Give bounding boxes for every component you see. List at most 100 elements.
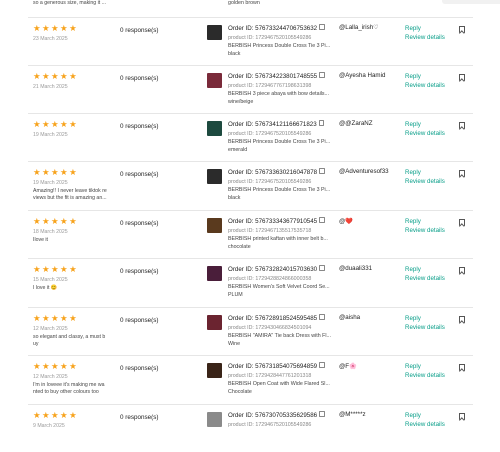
copy-icon[interactable] xyxy=(319,217,325,223)
product-id: product ID: 1729428824866000358 xyxy=(228,276,343,282)
reviewer-username: @F🌸 xyxy=(339,363,357,370)
bookmark-icon[interactable] xyxy=(459,122,465,129)
product-name: BERBISH Princess Double Cross Tie 3 Pi..… xyxy=(228,186,331,193)
copy-icon[interactable] xyxy=(319,72,325,78)
reviewer-username: @Lalla_irish♡ xyxy=(339,24,379,31)
bookmark-icon[interactable] xyxy=(459,74,465,81)
star-rating: ★★★★★ xyxy=(33,216,79,226)
reviewer-username: @duaali331 xyxy=(339,265,373,272)
review-date: 21 March 2025 xyxy=(33,84,68,90)
product-id-value: 1729430466834501094 xyxy=(255,324,312,331)
review-summary: ★★★★★ 23 March 2025 xyxy=(33,24,111,44)
review-summary: ★★★★★ 15 March 2025 I love it 😊 xyxy=(33,265,111,292)
copy-icon[interactable] xyxy=(319,24,325,30)
review-date: 19 March 2025 xyxy=(33,132,68,138)
bookmark-icon[interactable] xyxy=(459,316,465,323)
review-row: ★★★★★ 23 March 2025 0 response(s) Order ID:… xyxy=(28,17,473,65)
order-id-label: Order ID: xyxy=(228,266,256,273)
reply-button[interactable]: Reply xyxy=(405,169,445,178)
bookmark-icon[interactable] xyxy=(459,364,465,371)
reply-button[interactable]: Reply xyxy=(405,121,445,130)
product-name: BERBISH printed kaftan with inner belt b… xyxy=(228,235,328,242)
order-id-value: 576732824015703630 xyxy=(255,266,318,273)
bookmark-icon[interactable] xyxy=(459,170,465,177)
review-date: 9 March 2025 xyxy=(33,423,65,429)
order-id: Order ID: 576734121166671823 xyxy=(228,120,343,128)
copy-icon[interactable] xyxy=(318,120,325,126)
bookmark-icon[interactable] xyxy=(459,219,465,226)
product-id-value: 1729467520105549286 xyxy=(255,34,312,41)
order-id: Order ID: 576731854075694859 xyxy=(228,362,343,370)
review-row: ★★★★★ 15 March 2025 I love it 😊 0 response(… xyxy=(28,258,473,306)
bookmark-icon[interactable] xyxy=(459,413,465,420)
copy-icon[interactable] xyxy=(319,168,325,174)
product-name: BERBISH Women's Soft Velvet Coord Se... xyxy=(228,283,330,290)
product-id: product ID: 1729467135517535718 xyxy=(228,228,343,234)
star-rating: ★★★★★ xyxy=(33,410,79,420)
copy-icon[interactable] xyxy=(319,265,325,271)
product-id-value: 1729467520105549286 xyxy=(255,130,312,137)
review-details-link[interactable]: Review details xyxy=(405,421,445,430)
review-details-link[interactable]: Review details xyxy=(405,34,445,43)
review-date: 23 March 2025 xyxy=(33,36,68,42)
product-id-value: 1729467767198631398 xyxy=(255,82,312,89)
review-summary: ★★★★★ 9 March 2025 xyxy=(33,411,111,431)
copy-icon[interactable] xyxy=(319,411,325,417)
product-id: product ID: 1729467767198631398 xyxy=(228,83,343,89)
product-name: BERBISH Open Coat with Wide Flared Sl... xyxy=(228,380,330,387)
order-id: Order ID: 576728918524595485 xyxy=(228,314,343,322)
review-details-link[interactable]: Review details xyxy=(405,82,445,91)
copy-icon[interactable] xyxy=(319,314,325,320)
reply-button[interactable]: Reply xyxy=(405,266,445,275)
review-details-link[interactable]: Review details xyxy=(405,275,445,284)
review-details-link[interactable]: Review details xyxy=(405,227,445,236)
reply-button[interactable]: Reply xyxy=(405,315,445,324)
product-id-label: product ID: xyxy=(228,130,256,137)
product-thumbnail xyxy=(207,73,222,88)
reply-button[interactable]: Reply xyxy=(405,412,445,421)
order-id: Order ID: 576732824015703630 xyxy=(228,265,343,273)
product-variant: black xyxy=(228,50,241,57)
copy-icon[interactable] xyxy=(319,362,325,368)
product-name: BERBISH Princess Double Cross Tie 3 Pi..… xyxy=(228,138,331,145)
order-info: Order ID: 576734121166671823 product ID: … xyxy=(228,120,343,153)
order-id-label: Order ID: xyxy=(228,169,256,176)
product-id: product ID: 1729467520105549286 xyxy=(228,35,343,41)
response-count: 0 response(s) xyxy=(120,220,159,227)
product-variant: Wine xyxy=(228,340,241,347)
order-info: Order ID: 576733630216047878 product ID: … xyxy=(228,168,343,201)
review-details-link[interactable]: Review details xyxy=(405,324,445,333)
response-count: 0 response(s) xyxy=(120,171,159,178)
order-info: Order ID: 576728918524595485 product ID: … xyxy=(228,314,343,347)
product-name: BERBISH "AMIRA" Tie back Dress with Fl..… xyxy=(228,332,331,339)
review-details-link[interactable]: Review details xyxy=(405,372,445,381)
review-details-link[interactable]: Review details xyxy=(405,178,445,187)
reply-button[interactable]: Reply xyxy=(405,218,445,227)
product-id: product ID: 1729428447761201318 xyxy=(228,373,343,379)
product-id-label: product ID: xyxy=(228,275,256,282)
reviewer-username: @M*****z xyxy=(339,411,366,418)
product-id-label: product ID: xyxy=(228,34,256,41)
review-details-link[interactable]: Review details xyxy=(405,130,445,139)
product-thumbnail xyxy=(207,218,222,233)
review-comment: so elegant and classy, a must b uy xyxy=(33,334,106,347)
reply-button[interactable]: Reply xyxy=(405,73,445,82)
order-id-label: Order ID: xyxy=(228,363,256,370)
review-date: 12 March 2025 xyxy=(33,374,68,380)
reply-button[interactable]: Reply xyxy=(405,363,445,372)
order-id-label: Order ID: xyxy=(228,315,256,322)
product-id-label: product ID: xyxy=(228,227,256,234)
product-thumbnail xyxy=(207,363,222,378)
review-comment: I'm in loveee it's making me wa nted to … xyxy=(33,382,105,395)
review-actions: Reply Review details xyxy=(405,73,445,90)
bookmark-icon[interactable] xyxy=(459,26,465,33)
product-variant: emerald xyxy=(228,146,248,153)
order-id-value: 576730705335629586 xyxy=(255,412,318,419)
reviewer-username: @@ZaraNZ xyxy=(339,120,373,127)
bookmark-icon[interactable] xyxy=(459,267,465,274)
star-rating: ★★★★★ xyxy=(33,71,79,81)
reply-button[interactable]: Reply xyxy=(405,25,445,34)
order-id-label: Order ID: xyxy=(228,412,256,419)
response-count: 0 response(s) xyxy=(120,317,159,324)
review-row: ★★★★★ 9 March 2025 0 response(s) Order ID: … xyxy=(28,404,473,452)
